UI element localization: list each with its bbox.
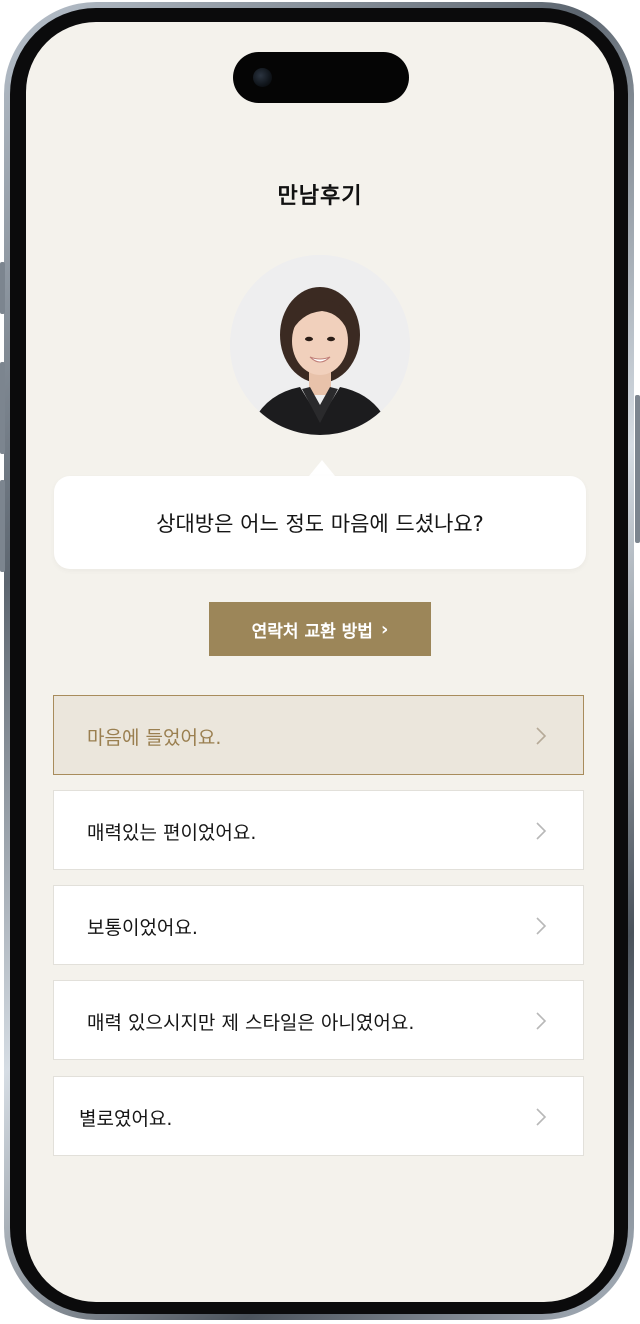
option-label: 마음에 들었어요. <box>87 727 222 749</box>
option-attractive[interactable]: 매력있는 편이었어요. <box>53 790 584 870</box>
power-button <box>635 395 640 543</box>
chevron-right-icon <box>536 727 547 745</box>
volume-up-button <box>0 362 5 454</box>
chevron-right-icon: › <box>380 618 389 640</box>
chevron-right-icon <box>536 917 547 935</box>
bubble-tail <box>309 460 335 476</box>
dynamic-island <box>233 52 409 103</box>
option-not-my-style[interactable]: 매력 있으시지만 제 스타일은 아니였어요. <box>53 980 584 1060</box>
option-label: 별로였어요. <box>79 1108 173 1130</box>
page-title: 만남후기 <box>277 184 363 209</box>
chevron-right-icon <box>536 1108 547 1126</box>
option-label: 보통이었어요. <box>87 917 198 939</box>
contact-exchange-label: 연락처 교환 방법 <box>251 621 373 642</box>
chevron-right-icon <box>536 1012 547 1030</box>
option-label: 매력 있으시지만 제 스타일은 아니였어요. <box>87 1012 415 1034</box>
option-label: 매력있는 편이었어요. <box>87 822 257 844</box>
question-bubble: 상대방은 어느 정도 마음에 드셨나요? <box>54 476 586 569</box>
option-average[interactable]: 보통이었어요. <box>53 885 584 965</box>
option-not-good[interactable]: 별로였어요. <box>53 1076 584 1156</box>
option-liked[interactable]: 마음에 들었어요. <box>53 695 584 775</box>
question-text: 상대방은 어느 정도 마음에 드셨나요? <box>156 512 484 536</box>
camera-icon <box>253 68 272 87</box>
profile-photo-icon <box>230 255 410 435</box>
screen: 만남후기 상대방은 어느 정도 마음에 드셨나요? 연락처 교환 방법 › 마음… <box>26 22 614 1302</box>
volume-down-button <box>0 480 5 572</box>
avatar <box>230 255 410 435</box>
contact-exchange-button[interactable]: 연락처 교환 방법 › <box>209 602 431 656</box>
chevron-right-icon <box>536 822 547 840</box>
action-button <box>0 262 5 314</box>
